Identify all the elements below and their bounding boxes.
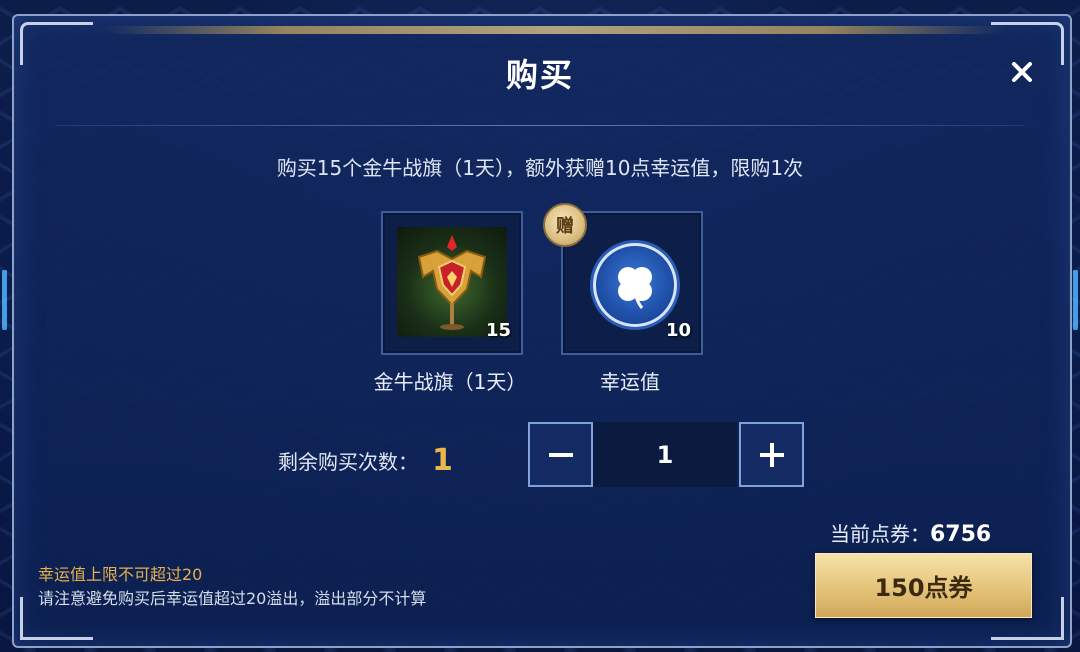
luck-cap-warning: 幸运值上限不可超过20	[38, 565, 203, 584]
remaining-value: 1	[432, 443, 453, 478]
quantity-stepper: 1	[528, 422, 804, 487]
buy-button[interactable]: 150点券	[815, 553, 1032, 618]
decrease-button[interactable]	[528, 422, 593, 487]
item-slot-banner[interactable]: 15	[381, 211, 523, 355]
title-divider	[55, 125, 1025, 126]
minus-icon	[548, 452, 573, 457]
offer-description: 购买15个金牛战旗（1天），额外获赠10点幸运值，限购1次	[276, 156, 804, 180]
remaining-label: 剩余购买次数：	[278, 450, 418, 474]
balance-label: 当前点券：	[830, 522, 930, 546]
remaining-purchases: 剩余购买次数： 1	[278, 443, 453, 478]
dialog-title: 购买	[505, 56, 574, 94]
clover-icon	[593, 243, 677, 327]
item-label-luck: 幸运值	[600, 370, 660, 394]
overflow-hint: 请注意避免购买后幸运值超过20溢出，溢出部分不计算	[38, 589, 427, 608]
balance-value: 6756	[930, 522, 992, 547]
dialog-top-rail	[104, 26, 1004, 34]
close-button[interactable]	[1005, 55, 1039, 89]
quantity-value: 1	[593, 422, 737, 487]
current-balance: 当前点券：6756	[830, 518, 991, 547]
side-marker	[2, 270, 7, 330]
plus-icon	[759, 442, 784, 467]
increase-button[interactable]	[739, 422, 804, 487]
gift-badge: 赠	[543, 203, 587, 247]
close-icon	[1012, 62, 1032, 82]
item-count: 15	[485, 320, 511, 341]
side-marker	[1073, 270, 1078, 330]
item-count: 10	[665, 320, 691, 341]
